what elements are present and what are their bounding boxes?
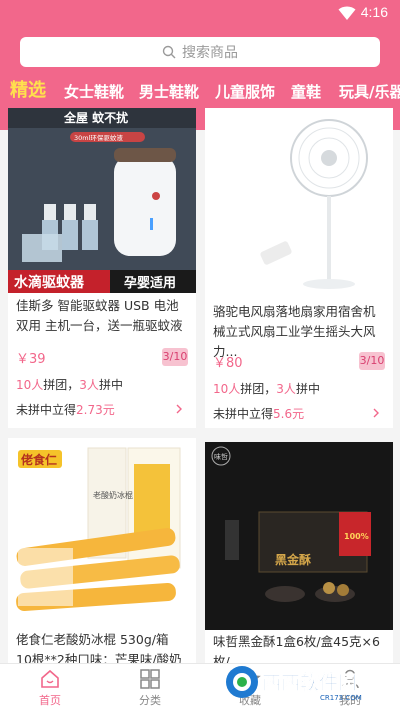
product-title: 佳斯多 智能驱蚊器 USB 电池双用 主机一台，送一瓶驱蚊液 bbox=[16, 298, 183, 333]
product-title: 味哲黑金酥1盒6枚/盒45克×6枚/ bbox=[213, 634, 380, 663]
wifi-icon bbox=[338, 6, 356, 20]
svg-text:黑金酥: 黑金酥 bbox=[275, 552, 311, 567]
tab-womens-shoes[interactable]: 女士鞋靴 bbox=[64, 78, 124, 106]
svg-text:味哲: 味哲 bbox=[214, 452, 228, 461]
black-gold-pastry-image: 味哲 黑金酥 100% bbox=[205, 442, 393, 630]
svg-text:全屋 蚊不扰: 全屋 蚊不扰 bbox=[63, 110, 128, 125]
svg-text:100%: 100% bbox=[344, 532, 369, 541]
yogurt-popsicle-image: 佬食仁 老酸奶冰棍 bbox=[16, 447, 181, 612]
tab-kids-shoes[interactable]: 童鞋 bbox=[291, 78, 321, 106]
svg-text:西西软件园: 西西软件园 bbox=[262, 671, 357, 694]
status-time: 4:16 bbox=[360, 4, 388, 20]
chevron-right-icon[interactable] bbox=[371, 408, 381, 418]
product-image: 全屋 蚊不扰 30ml环保驱蚊液 水滴驱蚊器 孕婴适用 bbox=[8, 108, 196, 293]
status-bar: 4:16 bbox=[0, 0, 400, 26]
svg-text:30ml环保驱蚊液: 30ml环保驱蚊液 bbox=[74, 133, 123, 142]
product-card[interactable]: 味哲 黑金酥 100% 味哲黑金酥1盒6枚/盒45克×6枚/ bbox=[205, 442, 393, 663]
group-info: 10人拼团，3人拼中 bbox=[16, 378, 123, 392]
svg-text:老酸奶冰棍: 老酸奶冰棍 bbox=[93, 490, 133, 500]
tab-kids-clothing[interactable]: 儿童服饰 bbox=[215, 78, 275, 106]
svg-text:佬食仁: 佬食仁 bbox=[21, 452, 57, 467]
nav-home[interactable]: 首页 bbox=[20, 668, 80, 708]
product-image bbox=[205, 108, 393, 300]
tab-mens-shoes[interactable]: 男士鞋靴 bbox=[139, 78, 199, 106]
electric-fan-image bbox=[260, 119, 368, 289]
chevron-right-icon[interactable] bbox=[174, 404, 184, 414]
svg-text:CR173.COM: CR173.COM bbox=[320, 694, 362, 702]
group-progress-badge: 3/10 bbox=[162, 348, 188, 366]
group-progress-badge: 3/10 bbox=[359, 352, 385, 370]
svg-text:孕婴适用: 孕婴适用 bbox=[124, 275, 176, 291]
product-grid: 全屋 蚊不扰 30ml环保驱蚊液 水滴驱蚊器 孕婴适用 佳斯多 智能驱蚊器 US… bbox=[0, 108, 400, 663]
category-tabs: 精选 女士鞋靴 男士鞋靴 儿童服饰 童鞋 玩具/乐器 bbox=[0, 78, 400, 108]
product-title: 佬食仁老酸奶冰棍 530g/箱 10根**2种口味：芒果味/酸奶味... bbox=[16, 632, 182, 663]
product-card[interactable]: 骆驼电风扇落地扇家用宿舍机械立式风扇工业学生摇头大风力... ￥80 3/10 … bbox=[205, 108, 393, 428]
group-info: 10人拼团，3人拼中 bbox=[213, 382, 320, 396]
product-card[interactable]: 全屋 蚊不扰 30ml环保驱蚊液 水滴驱蚊器 孕婴适用 佳斯多 智能驱蚊器 US… bbox=[8, 108, 196, 428]
search-input[interactable]: 搜索商品 bbox=[20, 37, 380, 67]
product-image: 味哲 黑金酥 100% bbox=[205, 442, 393, 630]
search-placeholder: 搜索商品 bbox=[182, 45, 238, 61]
product-card[interactable]: 佬食仁 老酸奶冰棍 佬食仁老酸奶冰棍 530g/箱 10根**2种口味：芒果味/… bbox=[8, 438, 196, 663]
mosquito-repellent-image: 全屋 蚊不扰 30ml环保驱蚊液 水滴驱蚊器 孕婴适用 bbox=[8, 108, 196, 293]
search-icon bbox=[162, 45, 176, 59]
refund-info: 未拼中立得2.73元 bbox=[16, 403, 115, 417]
home-icon bbox=[41, 669, 59, 688]
tab-featured[interactable]: 精选 bbox=[10, 78, 46, 105]
svg-text:水滴驱蚊器: 水滴驱蚊器 bbox=[14, 274, 85, 291]
refund-info: 未拼中立得5.6元 bbox=[213, 407, 305, 421]
product-image: 佬食仁 老酸奶冰棍 bbox=[8, 438, 196, 628]
product-price: ￥80 bbox=[213, 356, 243, 371]
tab-toys-instruments[interactable]: 玩具/乐器 bbox=[339, 78, 400, 106]
grid-icon bbox=[140, 669, 160, 689]
product-price: ￥39 bbox=[16, 352, 46, 367]
site-watermark: 西西软件园 CR173.COM bbox=[226, 666, 362, 702]
nav-category[interactable]: 分类 bbox=[120, 668, 180, 708]
